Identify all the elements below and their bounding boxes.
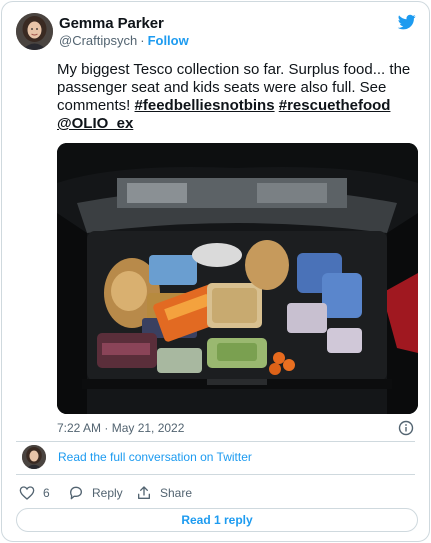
- share-icon: [138, 486, 150, 499]
- twitter-bird-icon[interactable]: [397, 13, 417, 31]
- reply-label: Reply: [92, 486, 123, 500]
- author-handle[interactable]: @Craftipsych: [59, 33, 137, 48]
- author-avatar[interactable]: [16, 13, 53, 50]
- share-button[interactable]: Share: [136, 484, 192, 502]
- divider-bottom: [16, 474, 415, 475]
- handle-row: @Craftipsych · Follow: [59, 33, 189, 48]
- like-button[interactable]: 6: [19, 484, 50, 502]
- follow-link[interactable]: Follow: [148, 33, 189, 48]
- reply-icon: [70, 486, 82, 500]
- tweet-photo[interactable]: [57, 143, 418, 414]
- author-name[interactable]: Gemma Parker: [59, 15, 164, 32]
- heart-icon: [19, 486, 35, 500]
- mention-olio[interactable]: @OLIO_ex: [57, 115, 133, 132]
- info-icon[interactable]: [398, 420, 414, 436]
- convo-avatar[interactable]: [22, 445, 46, 469]
- hashtag-rescuethefood[interactable]: #rescuethefood: [279, 97, 391, 114]
- tweet-timestamp[interactable]: 7:22 AM · May 21, 2022: [57, 421, 184, 435]
- share-label: Share: [160, 486, 193, 500]
- tweet-text: My biggest Tesco collection so far. Surp…: [57, 61, 412, 133]
- full-conversation-link[interactable]: Read the full conversation on Twitter: [58, 450, 252, 464]
- like-count: 6: [43, 486, 50, 500]
- read-reply-button[interactable]: Read 1 reply: [16, 508, 418, 532]
- hashtag-feedbelliesnotbins[interactable]: #feedbelliesnotbins: [135, 97, 275, 114]
- divider-top: [16, 441, 415, 442]
- reply-button[interactable]: Reply: [68, 484, 123, 502]
- tweet-card: Gemma Parker @Craftipsych · Follow My bigg…: [1, 1, 430, 542]
- separator-dot: ·: [140, 33, 145, 48]
